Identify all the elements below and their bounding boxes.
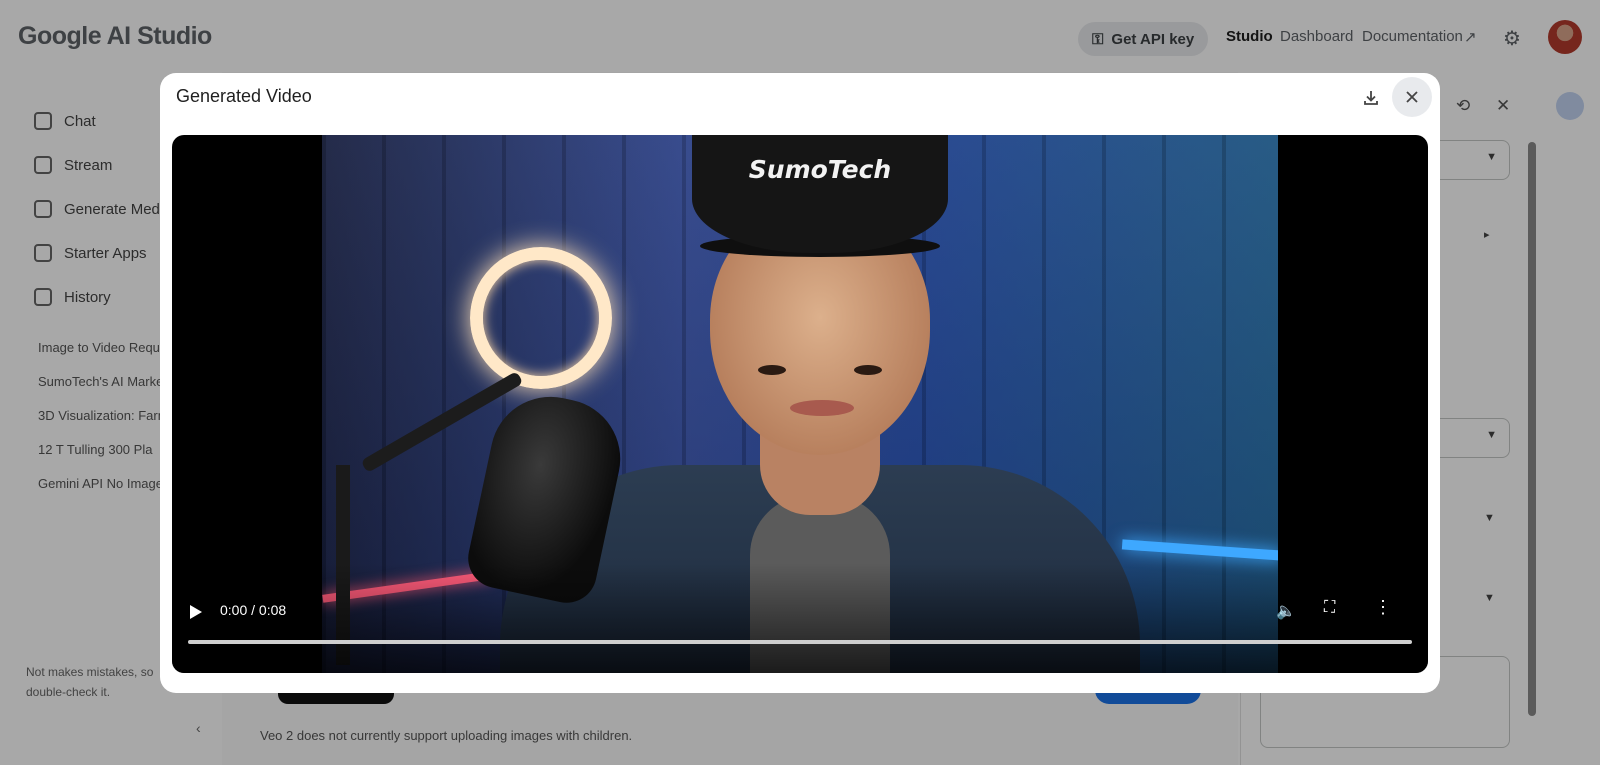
close-button[interactable] bbox=[1392, 77, 1432, 117]
generated-video-dialog: Generated Video SumoTech 0:00 / 0:08 🔈 ⛶… bbox=[160, 73, 1440, 693]
fullscreen-icon[interactable]: ⛶ bbox=[1324, 599, 1335, 617]
volume-icon[interactable]: 🔈 bbox=[1276, 601, 1296, 621]
mouth bbox=[790, 400, 854, 416]
cap: SumoTech bbox=[692, 135, 948, 253]
progress-bar[interactable] bbox=[188, 640, 1412, 644]
close-icon bbox=[1406, 91, 1418, 103]
download-icon bbox=[1364, 91, 1378, 105]
controls-overlay bbox=[172, 563, 1428, 673]
play-icon[interactable] bbox=[190, 605, 202, 619]
right-eye bbox=[854, 365, 882, 375]
dialog-title: Generated Video bbox=[176, 86, 312, 106]
time-display: 0:00 / 0:08 bbox=[220, 602, 287, 618]
download-button[interactable] bbox=[1351, 78, 1391, 118]
left-eye bbox=[758, 365, 786, 375]
more-vert-icon[interactable]: ⋮ bbox=[1374, 597, 1392, 618]
ring-light bbox=[470, 247, 612, 389]
cap-logo: SumoTech bbox=[748, 155, 892, 184]
video-player[interactable]: SumoTech 0:00 / 0:08 🔈 ⛶ ⋮ bbox=[172, 135, 1428, 673]
